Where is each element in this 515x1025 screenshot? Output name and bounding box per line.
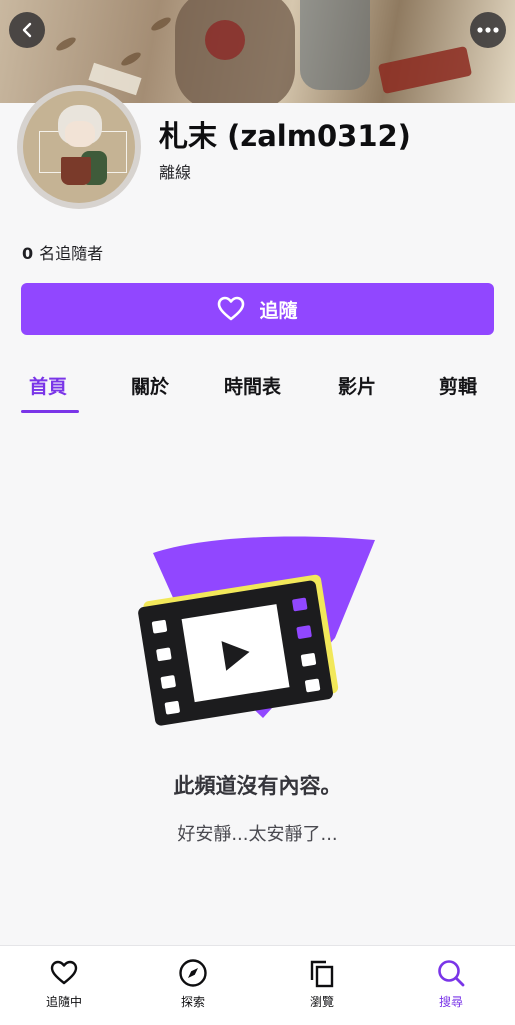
more-dots-icon: [477, 27, 499, 33]
nav-browse-label: 瀏覽: [309, 995, 334, 1009]
more-options-button[interactable]: [470, 12, 506, 48]
tab-clips[interactable]: 剪輯: [439, 372, 477, 399]
browse-icon: [310, 960, 334, 988]
empty-state-subtitle: 好安靜...太安靜了...: [177, 824, 338, 845]
tab-home[interactable]: 首頁: [29, 372, 67, 399]
channel-status: 離線: [159, 163, 192, 182]
active-tab-indicator: [21, 410, 79, 413]
channel-name: 札末 (zalm0312): [159, 119, 411, 153]
follower-count: 0 名追隨者: [22, 240, 103, 264]
nav-browse[interactable]: 瀏覽: [258, 946, 386, 1025]
nav-following[interactable]: 追隨中: [0, 946, 128, 1025]
nav-search[interactable]: 搜尋: [387, 946, 515, 1025]
follower-count-number: 0: [22, 244, 34, 263]
compass-icon: [179, 959, 207, 987]
follow-button-label: 追隨: [259, 299, 298, 322]
tab-schedule[interactable]: 時間表: [224, 372, 281, 399]
nav-search-label: 搜尋: [438, 995, 463, 1009]
empty-state-title: 此頻道沒有內容。: [173, 774, 342, 798]
heart-icon: [50, 960, 78, 985]
empty-channel-illustration: [138, 536, 375, 726]
tab-about[interactable]: 關於: [131, 372, 169, 399]
search-icon: [438, 960, 465, 987]
back-button[interactable]: [9, 12, 45, 48]
chevron-left-icon: [22, 22, 32, 38]
heart-icon: [218, 296, 245, 321]
nav-following-label: 追隨中: [45, 995, 82, 1009]
tab-videos[interactable]: 影片: [338, 372, 376, 399]
avatar[interactable]: [17, 85, 141, 209]
channel-tabs: 首頁 關於 時間表 影片 剪輯: [0, 360, 515, 414]
nav-discover[interactable]: 探索: [129, 946, 257, 1025]
follow-button[interactable]: 追隨: [21, 283, 494, 335]
bottom-navigation: 追隨中 探索 瀏覽 搜尋: [0, 945, 515, 1025]
avatar-image: [23, 91, 135, 203]
nav-discover-label: 探索: [180, 995, 205, 1009]
follower-count-label: 名追隨者: [39, 244, 104, 263]
